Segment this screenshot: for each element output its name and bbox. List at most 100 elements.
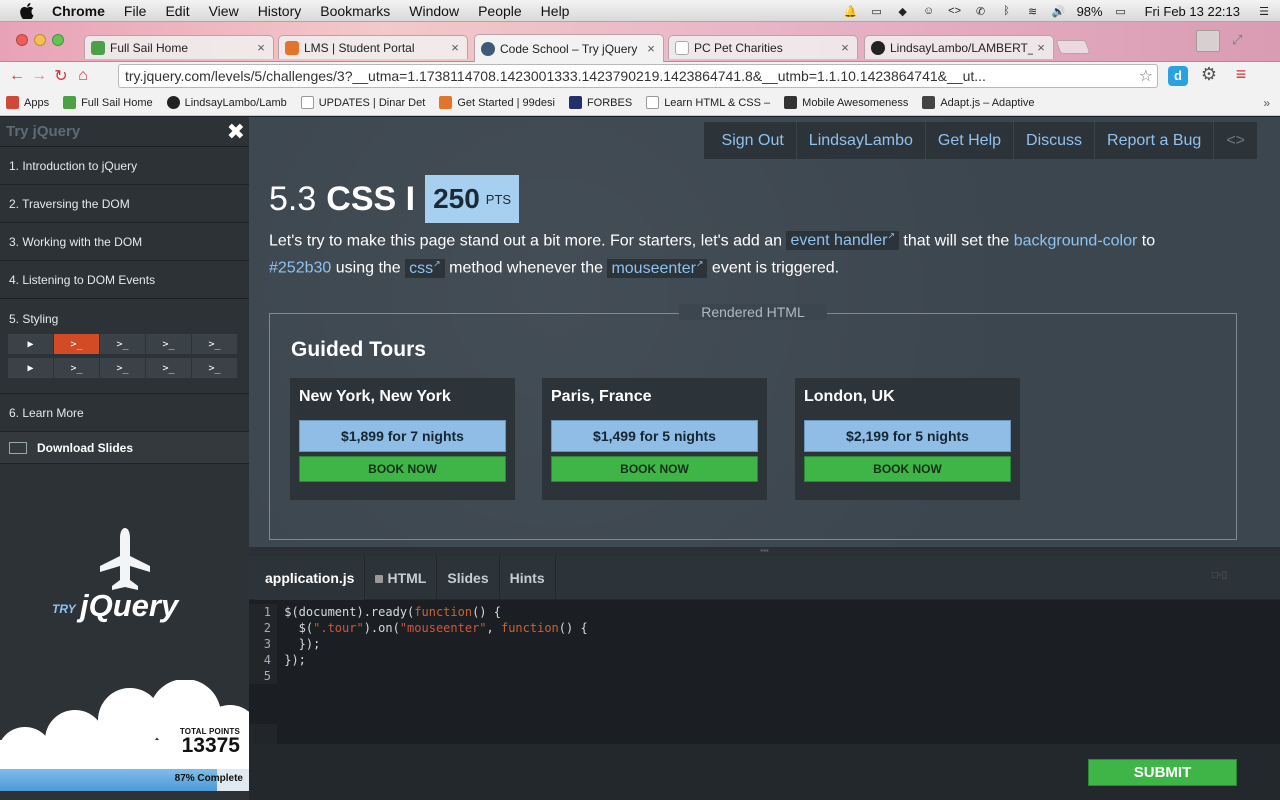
- tab-close-icon[interactable]: ×: [1033, 40, 1049, 55]
- menu-edit[interactable]: Edit: [165, 3, 189, 19]
- notification-icon[interactable]: 🔔: [843, 4, 859, 18]
- tab-close-icon[interactable]: ×: [447, 40, 463, 55]
- zoom-window-button[interactable]: [52, 34, 64, 46]
- code-challenge-button[interactable]: >_: [54, 334, 100, 354]
- address-bar[interactable]: try.jquery.com/levels/5/challenges/3?__u…: [118, 64, 1158, 88]
- screen-icon[interactable]: ▭: [869, 4, 885, 18]
- bookmark-99designs[interactable]: Get Started | 99desi: [439, 96, 555, 109]
- close-window-button[interactable]: [16, 34, 28, 46]
- new-tab-button[interactable]: [1055, 40, 1091, 54]
- list-icon[interactable]: ☰: [1256, 4, 1272, 18]
- layout-toggle-icon[interactable]: □▫▯: [1212, 570, 1238, 582]
- menu-help[interactable]: Help: [541, 3, 570, 19]
- report-bug-link[interactable]: Report a Bug: [1095, 122, 1215, 159]
- sign-out-link[interactable]: Sign Out: [710, 122, 797, 159]
- tour-price-button[interactable]: $2,199 for 5 nights: [804, 420, 1011, 452]
- tab-hints[interactable]: Hints: [500, 555, 556, 600]
- fullscreen-icon[interactable]: ⤢: [1232, 32, 1248, 48]
- reload-icon[interactable]: ↻: [50, 65, 72, 87]
- code-challenge-button[interactable]: >_: [192, 358, 238, 378]
- tour-price-button[interactable]: $1,499 for 5 nights: [551, 420, 758, 452]
- get-help-link[interactable]: Get Help: [926, 122, 1015, 159]
- sidebar-level-5[interactable]: 5. Styling ▶ >_ >_ >_ >_ ▶ >_ >_ >_ >_: [0, 299, 249, 394]
- tab-full-sail[interactable]: Full Sail Home ×: [84, 35, 274, 59]
- menu-file[interactable]: File: [124, 3, 147, 19]
- submit-button[interactable]: SUBMIT: [1088, 759, 1237, 786]
- mouseenter-link[interactable]: mouseenter↗: [607, 258, 708, 278]
- phone-icon[interactable]: ✆: [973, 4, 989, 18]
- apple-menu-icon[interactable]: [18, 2, 36, 20]
- book-now-button[interactable]: BOOK NOW: [804, 456, 1011, 482]
- volume-icon[interactable]: 🔊: [1051, 4, 1067, 18]
- menu-bookmarks[interactable]: Bookmarks: [320, 3, 390, 19]
- menu-window[interactable]: Window: [409, 3, 459, 19]
- tab-close-icon[interactable]: ×: [837, 40, 853, 55]
- chrome-menu-icon[interactable]: ≡: [1230, 64, 1252, 86]
- clock[interactable]: Fri Feb 13 22:13: [1145, 4, 1240, 19]
- username-link[interactable]: LindsayLambo: [797, 122, 926, 159]
- tab-html[interactable]: HTML: [365, 555, 438, 600]
- code-area[interactable]: 1 $(document).ready(function() { 2 $(".t…: [249, 600, 1280, 788]
- code-challenge-button[interactable]: >_: [192, 334, 238, 354]
- code-challenge-button[interactable]: >_: [54, 358, 100, 378]
- code-challenge-button[interactable]: >_: [100, 334, 146, 354]
- color-value-link[interactable]: #252b30: [269, 260, 331, 277]
- css-method-link[interactable]: css↗: [405, 258, 445, 278]
- book-now-button[interactable]: BOOK NOW: [299, 456, 506, 482]
- sidebar-level-4[interactable]: 4. Listening to DOM Events: [0, 261, 249, 299]
- code-challenge-button[interactable]: >_: [146, 358, 192, 378]
- bookmark-learn-html[interactable]: Learn HTML & CSS –: [646, 96, 770, 109]
- battery-icon[interactable]: ▭: [1113, 4, 1129, 18]
- bookmark-forbes[interactable]: FORBES: [568, 96, 632, 109]
- bookmark-apps[interactable]: Apps: [6, 96, 49, 109]
- video-challenge-button[interactable]: ▶: [8, 334, 54, 354]
- bookmark-adapt[interactable]: Adapt.js – Adaptive: [922, 96, 1035, 109]
- close-sidebar-icon[interactable]: ✖: [227, 120, 245, 143]
- profile-avatar-icon[interactable]: [1196, 30, 1220, 52]
- sidebar-level-2[interactable]: 2. Traversing the DOM: [0, 185, 249, 223]
- menu-app-name[interactable]: Chrome: [52, 3, 105, 19]
- tour-price-button[interactable]: $1,899 for 7 nights: [299, 420, 506, 452]
- sidebar-level-1[interactable]: 1. Introduction to jQuery: [0, 147, 249, 185]
- tab-github[interactable]: LindsayLambo/LAMBERT_L ×: [864, 35, 1054, 59]
- code-icon[interactable]: <>: [947, 4, 963, 18]
- accessibility-icon[interactable]: ☺: [921, 4, 937, 18]
- drive-icon[interactable]: ◆: [895, 4, 911, 18]
- bluetooth-icon[interactable]: ᛒ: [999, 4, 1015, 18]
- tab-slides[interactable]: Slides: [437, 555, 500, 600]
- bookmark-star-icon[interactable]: ☆: [1139, 66, 1153, 86]
- address-url[interactable]: try.jquery.com/levels/5/challenges/3?__u…: [125, 68, 1139, 84]
- event-handler-link[interactable]: event handler↗: [786, 231, 899, 251]
- video-challenge-button[interactable]: ▶: [8, 358, 54, 378]
- settings-gear-icon[interactable]: ⚙: [1198, 64, 1220, 86]
- code-challenge-button[interactable]: >_: [146, 334, 192, 354]
- tour-card[interactable]: New York, New York $1,899 for 7 nights B…: [290, 378, 515, 500]
- bookmark-full-sail[interactable]: Full Sail Home: [63, 96, 153, 109]
- bookmark-mobile[interactable]: Mobile Awesomeness: [784, 96, 908, 109]
- code-challenge-button[interactable]: >_: [100, 358, 146, 378]
- back-icon[interactable]: ←: [6, 65, 28, 87]
- wifi-icon[interactable]: ≋: [1025, 4, 1041, 18]
- tab-close-icon[interactable]: ×: [643, 41, 659, 56]
- menu-history[interactable]: History: [258, 3, 302, 19]
- tab-pc-pet[interactable]: PC Pet Charities ×: [668, 35, 858, 59]
- menu-people[interactable]: People: [478, 3, 522, 19]
- tab-application-js[interactable]: application.js: [255, 555, 366, 600]
- code-toggle-icon[interactable]: <>: [1214, 132, 1257, 150]
- tab-code-school[interactable]: Code School – Try jQuery ×: [474, 34, 664, 62]
- sidebar-level-3[interactable]: 3. Working with the DOM: [0, 223, 249, 261]
- book-now-button[interactable]: BOOK NOW: [551, 456, 758, 482]
- home-icon[interactable]: ⌂: [72, 65, 94, 87]
- forward-icon[interactable]: →: [28, 65, 50, 87]
- bookmarks-overflow-icon[interactable]: »: [1263, 96, 1270, 110]
- tour-card[interactable]: Paris, France $1,499 for 5 nights BOOK N…: [542, 378, 767, 500]
- tab-close-icon[interactable]: ×: [253, 40, 269, 55]
- bookmark-dinar[interactable]: UPDATES | Dinar Det: [300, 96, 425, 109]
- menu-view[interactable]: View: [209, 3, 239, 19]
- discuss-link[interactable]: Discuss: [1014, 122, 1096, 159]
- download-slides-button[interactable]: Download Slides: [0, 432, 249, 464]
- sidebar-level-6[interactable]: 6. Learn More: [0, 394, 249, 432]
- tab-lms[interactable]: LMS | Student Portal ×: [278, 35, 468, 59]
- background-color-link[interactable]: background-color: [1014, 232, 1138, 249]
- minimize-window-button[interactable]: [34, 34, 46, 46]
